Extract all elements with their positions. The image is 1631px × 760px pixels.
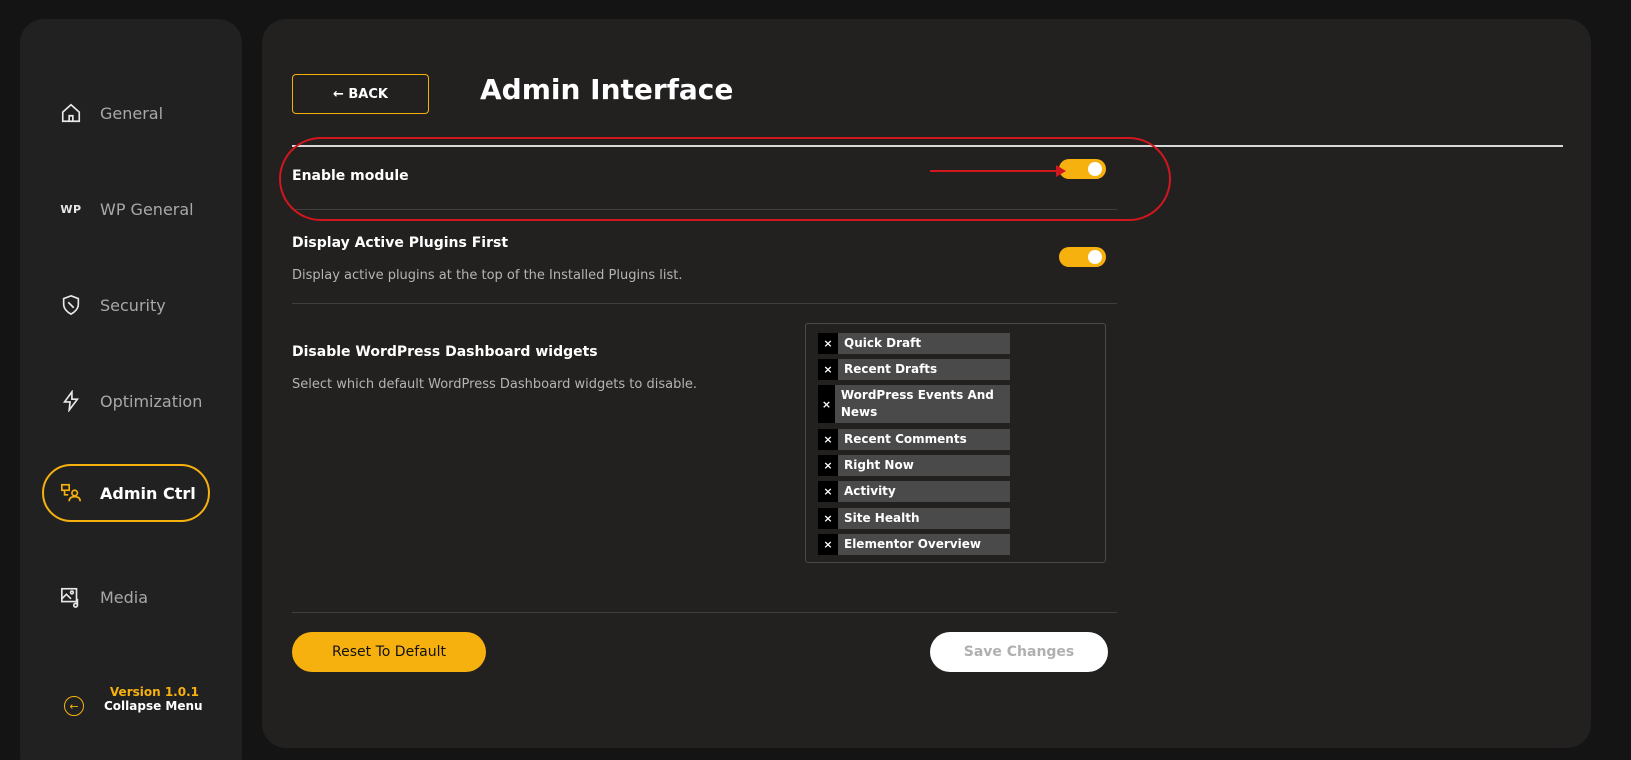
widget-chip: × Recent Drafts (818, 359, 1010, 380)
collapse-menu-label: Collapse Menu (104, 699, 203, 713)
back-button[interactable]: ← BACK (292, 74, 429, 114)
sidebar-item-label: General (100, 103, 164, 123)
widget-chip: × Recent Comments (818, 429, 1010, 450)
sidebar-item-optimization[interactable]: Optimization (44, 373, 218, 429)
sidebar: General WP WP General Security Optimizat… (20, 19, 242, 760)
sidebar-item-label: Media (100, 587, 149, 607)
admin-users-icon (60, 482, 82, 504)
shield-icon (60, 294, 82, 316)
sidebar-item-wp-general[interactable]: WP WP General (44, 181, 218, 237)
disable-widgets-label: Disable WordPress Dashboard widgets (292, 344, 598, 360)
remove-icon[interactable]: × (818, 534, 838, 555)
divider (292, 612, 1117, 613)
widget-chip: × Site Health (818, 508, 1010, 529)
sidebar-item-general[interactable]: General (44, 85, 218, 141)
display-active-plugins-label: Display Active Plugins First (292, 235, 509, 251)
page-title: Admin Interface (480, 73, 734, 106)
sidebar-item-label: Optimization (100, 391, 203, 411)
annotation-highlight (279, 137, 1171, 221)
remove-icon[interactable]: × (818, 481, 838, 502)
sidebar-item-media[interactable]: Media (44, 569, 218, 625)
widget-chip: × Activity (818, 481, 1010, 502)
remove-icon[interactable]: × (818, 385, 835, 423)
collapse-menu-button[interactable]: ← Collapse Menu (64, 696, 203, 716)
disable-widgets-description: Select which default WordPress Dashboard… (292, 377, 698, 392)
widget-chip: × WordPress Events And News (818, 385, 1010, 423)
divider (292, 303, 1117, 304)
home-icon (60, 102, 82, 124)
sidebar-item-security[interactable]: Security (44, 277, 218, 333)
remove-icon[interactable]: × (818, 333, 838, 354)
widget-chip: × Elementor Overview (818, 534, 1010, 555)
display-active-plugins-description: Display active plugins at the top of the… (292, 268, 683, 283)
reset-to-default-button[interactable]: Reset To Default (292, 632, 486, 672)
display-active-plugins-toggle[interactable] (1059, 247, 1106, 267)
save-changes-button[interactable]: Save Changes (930, 632, 1108, 672)
media-icon (60, 586, 82, 608)
annotation-arrow (930, 165, 1066, 177)
widget-chip: × Right Now (818, 455, 1010, 476)
remove-icon[interactable]: × (818, 359, 838, 380)
sidebar-item-admin-ctrl[interactable]: Admin Ctrl (42, 464, 210, 522)
remove-icon[interactable]: × (818, 455, 838, 476)
sidebar-item-label: Security (100, 295, 166, 315)
lightning-icon (60, 390, 82, 412)
remove-icon[interactable]: × (818, 508, 838, 529)
sidebar-item-label: WP General (100, 199, 194, 219)
arrow-left-icon: ← (64, 696, 84, 716)
widget-chip: × Quick Draft (818, 333, 1010, 354)
remove-icon[interactable]: × (818, 429, 838, 450)
wp-icon: WP (60, 202, 82, 216)
widget-multiselect[interactable]: × Quick Draft × Recent Drafts × WordPress E… (805, 323, 1106, 563)
sidebar-item-label: Admin Ctrl (100, 483, 196, 503)
toggle-knob (1088, 250, 1102, 264)
main-panel: ← BACK Admin Interface Enable module Dis… (262, 19, 1591, 748)
